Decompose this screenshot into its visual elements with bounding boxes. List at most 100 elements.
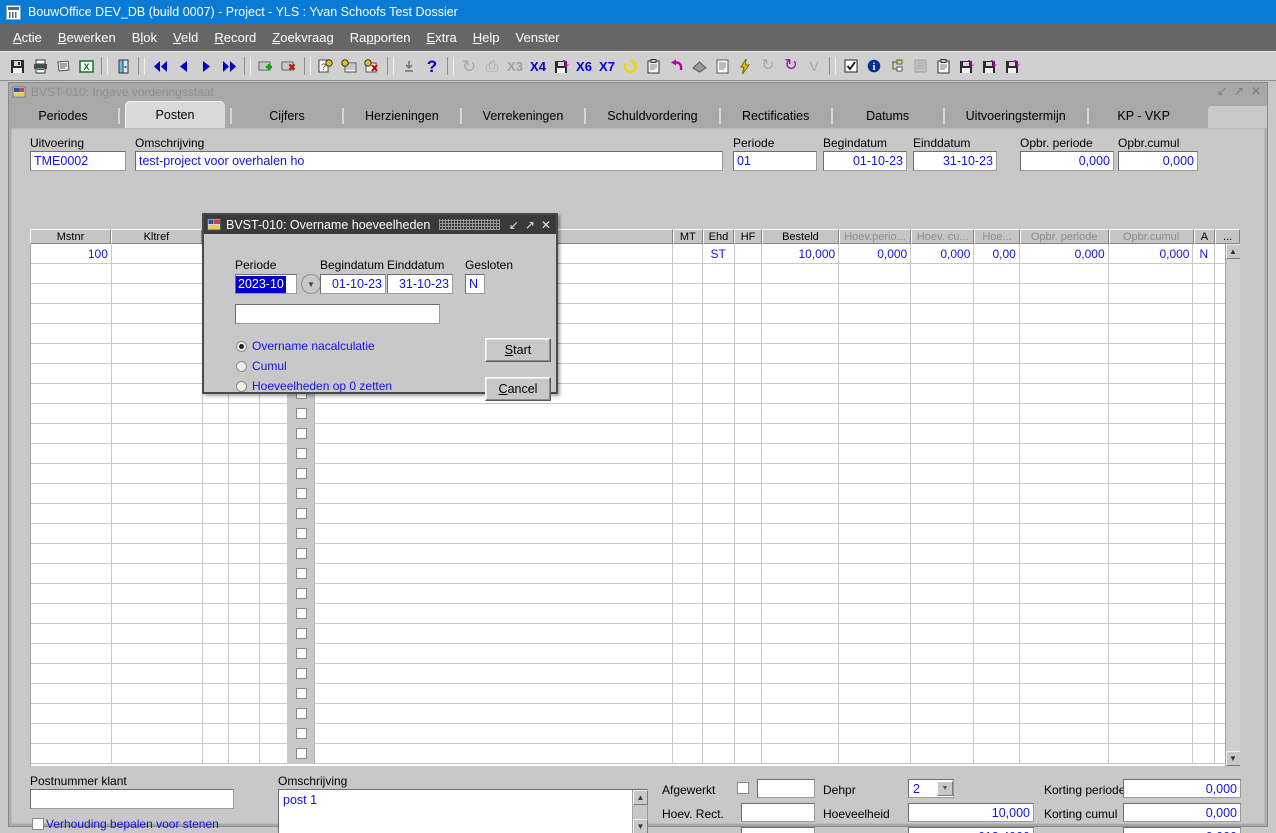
table-cell[interactable] [762, 704, 840, 724]
table-cell[interactable] [287, 564, 316, 584]
row-checkbox[interactable] [295, 468, 307, 479]
table-cell[interactable] [974, 584, 1020, 604]
table-cell[interactable] [229, 544, 261, 564]
export-icon[interactable]: ⎙ [481, 54, 503, 78]
grid-column-header[interactable]: Mstnr [30, 229, 111, 244]
table-cell[interactable] [1108, 744, 1194, 764]
table-cell[interactable] [702, 504, 735, 524]
grid-column-header[interactable]: Ehd [702, 229, 735, 244]
table-cell[interactable] [260, 584, 288, 604]
table-cell[interactable] [111, 584, 203, 604]
table-cell[interactable] [1108, 644, 1194, 664]
table-row[interactable] [31, 724, 1240, 744]
table-cell[interactable] [734, 644, 763, 664]
table-cell[interactable] [974, 464, 1020, 484]
table-cell[interactable] [1019, 644, 1109, 664]
row-checkbox[interactable] [295, 548, 307, 559]
table-cell[interactable] [260, 664, 288, 684]
table-cell[interactable] [974, 624, 1020, 644]
table-cell[interactable] [287, 664, 316, 684]
table-cell[interactable] [111, 264, 203, 284]
table-cell[interactable] [1108, 324, 1194, 344]
uitvoering-input[interactable]: TME0002 [30, 151, 126, 171]
undo-icon[interactable] [665, 54, 687, 78]
row-checkbox[interactable] [295, 608, 307, 619]
start-button[interactable]: Start [485, 338, 551, 362]
table-cell[interactable] [315, 504, 674, 524]
dialog-free-text-input[interactable] [235, 304, 440, 324]
table-cell[interactable] [734, 744, 763, 764]
table-cell[interactable] [31, 384, 112, 404]
table-cell[interactable] [287, 484, 316, 504]
table-cell[interactable] [673, 324, 703, 344]
table-cell[interactable] [1193, 704, 1216, 724]
menu-item-help[interactable]: Help [465, 28, 508, 47]
table-cell[interactable] [762, 604, 840, 624]
table-cell[interactable] [734, 584, 763, 604]
table-cell[interactable] [111, 644, 203, 664]
table-cell[interactable] [974, 524, 1020, 544]
table-cell[interactable] [1019, 484, 1109, 504]
chevron-down-icon[interactable]: ▼ [937, 781, 953, 796]
first-record-icon[interactable] [149, 54, 171, 78]
menu-item-venster[interactable]: Venster [508, 28, 568, 47]
table-cell[interactable] [673, 604, 703, 624]
table-cell[interactable] [911, 724, 975, 744]
table-cell[interactable] [974, 344, 1020, 364]
textarea-scrollbar[interactable]: ▲ ▼ [632, 790, 648, 833]
table-cell[interactable] [911, 744, 975, 764]
table-cell[interactable] [260, 524, 288, 544]
calculator-icon[interactable] [909, 54, 931, 78]
refresh-icon[interactable]: ↻ [458, 54, 480, 78]
table-cell[interactable] [702, 544, 735, 564]
table-cell[interactable] [31, 504, 112, 524]
table-cell[interactable] [673, 384, 703, 404]
table-cell[interactable] [202, 644, 230, 664]
table-cell[interactable] [734, 704, 763, 724]
table-cell[interactable] [111, 624, 203, 644]
table-cell[interactable] [111, 684, 203, 704]
table-cell[interactable] [974, 564, 1020, 584]
grid-column-header[interactable]: Besteld [761, 229, 839, 244]
table-cell[interactable] [229, 444, 261, 464]
table-cell[interactable] [911, 404, 975, 424]
table-cell[interactable] [734, 564, 763, 584]
table-row[interactable] [31, 444, 1240, 464]
table-cell[interactable] [229, 704, 261, 724]
table-cell[interactable] [911, 544, 975, 564]
table-cell[interactable] [202, 524, 230, 544]
table-cell[interactable] [734, 724, 763, 744]
table-cell[interactable] [762, 504, 840, 524]
table-row[interactable] [31, 604, 1240, 624]
table-cell[interactable] [673, 584, 703, 604]
table-cell[interactable] [734, 324, 763, 344]
v-icon[interactable]: V [803, 54, 825, 78]
table-cell[interactable] [1193, 444, 1216, 464]
table-cell[interactable] [1019, 264, 1109, 284]
textarea-scroll-up-icon[interactable]: ▲ [633, 790, 648, 805]
table-cell[interactable] [839, 324, 912, 344]
table-cell[interactable] [734, 304, 763, 324]
table-cell[interactable] [839, 624, 912, 644]
save-icon[interactable] [6, 54, 28, 78]
table-cell[interactable] [31, 624, 112, 644]
table-cell[interactable] [974, 424, 1020, 444]
x4-icon[interactable]: X4 [527, 54, 549, 78]
table-cell[interactable] [31, 344, 112, 364]
table-cell[interactable] [1108, 464, 1194, 484]
table-cell[interactable] [974, 664, 1020, 684]
table-cell[interactable] [1108, 704, 1194, 724]
table-cell[interactable] [1108, 444, 1194, 464]
table-row[interactable] [31, 644, 1240, 664]
table-cell[interactable] [1108, 544, 1194, 564]
table-row[interactable] [31, 504, 1240, 524]
table-cell[interactable] [111, 384, 203, 404]
table-cell[interactable] [287, 444, 316, 464]
table-cell[interactable] [315, 664, 674, 684]
table-cell[interactable] [911, 264, 975, 284]
table-cell[interactable] [229, 584, 261, 604]
dialog-periode-input[interactable]: 2023-10 [235, 274, 297, 294]
table-cell[interactable] [111, 544, 203, 564]
table-cell[interactable] [839, 704, 912, 724]
table-cell[interactable] [287, 504, 316, 524]
